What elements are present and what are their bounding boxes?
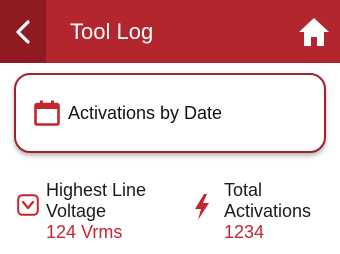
stat-label-line1: Total bbox=[224, 180, 263, 200]
stat-value: 124 Vrms bbox=[46, 222, 123, 242]
back-button[interactable] bbox=[0, 0, 46, 63]
activations-by-date-button[interactable]: Activations by Date bbox=[14, 73, 326, 153]
stat-value: 1234 bbox=[224, 222, 265, 242]
stat-label-line1: Highest Line bbox=[46, 180, 147, 200]
header-bar: Tool Log bbox=[0, 0, 340, 63]
page-title: Tool Log bbox=[70, 19, 154, 44]
chevron-left-icon bbox=[16, 19, 30, 44]
home-icon bbox=[299, 18, 329, 46]
calendar-icon bbox=[34, 100, 60, 126]
home-button[interactable] bbox=[296, 14, 332, 50]
stat-label-line2: Voltage bbox=[46, 201, 107, 221]
voltage-chevron-icon bbox=[17, 194, 39, 216]
stat-label-line2: Activations bbox=[224, 201, 312, 221]
lightning-bolt-icon bbox=[195, 194, 209, 220]
card-label: Activations by Date bbox=[68, 103, 223, 123]
